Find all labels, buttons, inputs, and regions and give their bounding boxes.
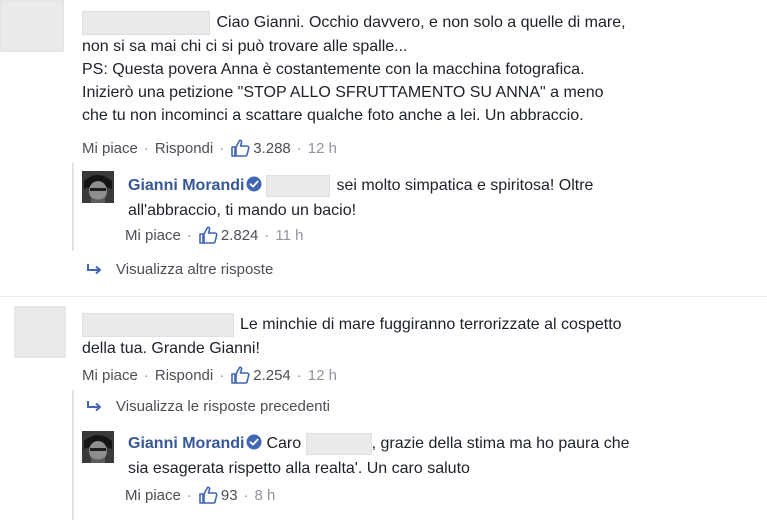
- comment-body: Le minchie di mare fuggiranno terrorizza…: [82, 313, 762, 360]
- reply-avatar[interactable]: [82, 171, 114, 203]
- separator-dot: ·: [264, 226, 270, 244]
- reply-body: Gianni Morandi sei molto simpatica e spir…: [128, 174, 748, 222]
- thread-line: [72, 390, 74, 520]
- separator-dot: ·: [296, 139, 302, 157]
- thumbs-up-icon: [199, 226, 218, 244]
- commenter-avatar[interactable]: [14, 306, 66, 358]
- reply-arrow-icon: [87, 400, 101, 411]
- reply-arrow-icon: [87, 263, 101, 274]
- reply-author[interactable]: Gianni Morandi: [128, 435, 244, 452]
- commenter-avatar[interactable]: [0, 0, 64, 52]
- view-more-replies-link[interactable]: Visualizza altre risposte: [84, 261, 273, 278]
- comment-text-line: non si sa mai chi ci si può trovare alle…: [82, 38, 408, 55]
- reply-link[interactable]: Rispondi: [155, 140, 213, 157]
- separator-dot: ·: [219, 139, 225, 157]
- reply-avatar[interactable]: [82, 431, 114, 463]
- comment-text-line: della tua. Grande Gianni!: [82, 340, 260, 357]
- timestamp[interactable]: 12 h: [308, 367, 337, 384]
- separator-dot: ·: [219, 366, 225, 384]
- separator-dot: ·: [186, 226, 192, 244]
- verified-badge-icon: [246, 434, 262, 457]
- reply-text-line: sei molto simpatica e spiritosa! Oltre: [336, 177, 594, 194]
- reply-actions: Mi piace · 93 · 8 h: [125, 486, 275, 504]
- comment-text-line: Le minchie di mare fuggiranno terrorizza…: [240, 316, 622, 334]
- view-more-replies-label: Visualizza altre risposte: [116, 261, 274, 278]
- mentioned-name[interactable]: [266, 174, 331, 197]
- like-count-value: 2.824: [220, 226, 259, 244]
- view-previous-replies-label: Visualizza le risposte precedenti: [116, 398, 331, 415]
- like-count[interactable]: 2.254: [230, 366, 291, 384]
- comment-divider: [0, 296, 767, 297]
- comment-actions: Mi piace · Rispondi · 3.288 · 12 h: [82, 139, 337, 157]
- thread-line: [72, 163, 74, 251]
- reply-text-line: sia esagerata rispetto alla realta'. Un …: [128, 460, 470, 477]
- timestamp[interactable]: 11 h: [275, 227, 303, 244]
- like-count[interactable]: 3.288: [230, 139, 291, 157]
- reply-text-line: , grazie della stima ma ho paura che: [371, 435, 630, 452]
- separator-dot: ·: [143, 366, 149, 384]
- reply-body: Gianni Morandi Caro , grazie della stima …: [128, 432, 748, 480]
- like-count-value: 3.288: [253, 139, 291, 157]
- like-link[interactable]: Mi piace: [125, 227, 181, 244]
- like-link[interactable]: Mi piace: [82, 140, 138, 157]
- like-link[interactable]: Mi piace: [82, 367, 138, 384]
- timestamp[interactable]: 12 h: [308, 140, 337, 157]
- separator-dot: ·: [243, 486, 249, 504]
- like-link[interactable]: Mi piace: [125, 487, 181, 504]
- comment-actions: Mi piace · Rispondi · 2.254 · 12 h: [82, 366, 337, 384]
- avatar-image: [82, 171, 114, 203]
- separator-dot: ·: [296, 366, 302, 384]
- like-count[interactable]: 2.824: [198, 226, 259, 244]
- thumbs-up-icon: [231, 139, 250, 157]
- like-count-value: 2.254: [253, 366, 291, 384]
- mentioned-name[interactable]: [305, 432, 372, 455]
- separator-dot: ·: [186, 486, 192, 504]
- reply-text-line: all'abbraccio, ti mando un bacio!: [128, 202, 357, 219]
- commenter-name[interactable]: [82, 313, 234, 337]
- reply-text-prefix: Caro: [266, 435, 302, 452]
- comment-body: Ciao Gianni. Occhio davvero, e non solo …: [82, 11, 762, 127]
- timestamp[interactable]: 8 h: [255, 487, 276, 504]
- thumbs-up-icon: [199, 486, 218, 504]
- reply-actions: Mi piace · 2.824 · 11 h: [125, 226, 304, 244]
- thumbs-up-icon: [231, 366, 250, 384]
- like-count-value: 93: [220, 486, 238, 504]
- comment-text-line: PS: Questa povera Anna è costantemente c…: [82, 61, 585, 78]
- separator-dot: ·: [143, 139, 149, 157]
- commenter-name[interactable]: [82, 11, 210, 35]
- view-previous-replies-link[interactable]: Visualizza le risposte precedenti: [84, 398, 330, 415]
- reply-author[interactable]: Gianni Morandi: [128, 177, 244, 194]
- comment-text-line: Ciao Gianni. Occhio davvero, e non solo …: [216, 14, 626, 32]
- comment-text-line: che tu non incominci a scattare qualche …: [82, 107, 584, 124]
- reply-link[interactable]: Rispondi: [155, 367, 213, 384]
- avatar-image: [82, 431, 114, 463]
- comment-text-line: Inizierò una petizione "STOP ALLO SFRUTT…: [82, 84, 604, 101]
- verified-badge-icon: [246, 176, 262, 199]
- like-count[interactable]: 93: [198, 486, 238, 504]
